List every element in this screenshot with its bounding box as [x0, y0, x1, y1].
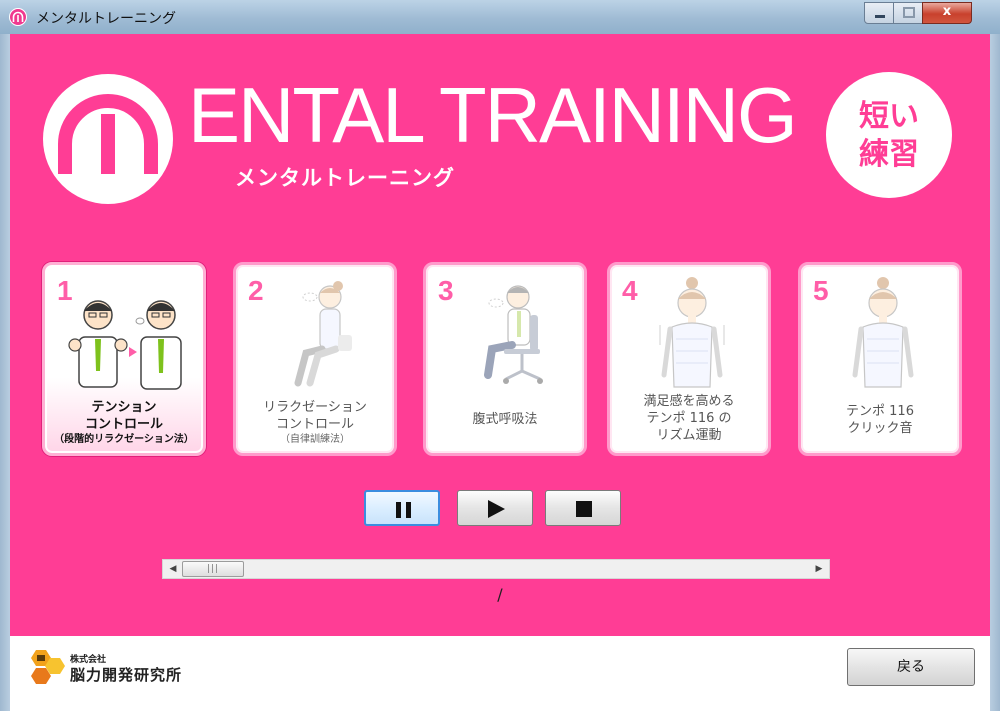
window-title: メンタルトレーニング: [36, 11, 176, 27]
card-label: 満足感を高める テンポ 116 の リズム運動: [643, 394, 735, 443]
pause-icon: [396, 502, 411, 518]
maximize-icon: [903, 7, 915, 18]
scroll-left-arrow-icon[interactable]: ◀: [165, 560, 181, 578]
play-icon: [488, 500, 505, 518]
close-icon: x: [942, 4, 952, 19]
pause-button[interactable]: [364, 490, 440, 526]
exercise-card-3[interactable]: 3 腹式呼吸法: [423, 262, 587, 456]
standing-woman-shoulders-icon: [659, 277, 725, 388]
exercise-card-2[interactable]: 2 リラクゼーション コントロール （自律訓練法）: [233, 262, 397, 456]
exercise-card-4[interactable]: 4 満足感を高める テンポ 116 の リズム運動: [607, 262, 771, 456]
maximize-button[interactable]: [893, 2, 923, 24]
back-button[interactable]: 戻る: [847, 648, 975, 686]
stop-button[interactable]: [545, 490, 621, 526]
card-label: テンション コントロール （段階的リラクゼーション法）: [54, 400, 194, 445]
card-label: テンポ 116 クリック音: [846, 404, 914, 436]
logo-title: ENTAL TRAINING: [188, 71, 798, 159]
client-area: ENTAL TRAINING メンタルトレーニング 短い 練習 1 テンション …: [10, 34, 990, 704]
stop-icon: [576, 501, 592, 517]
badge-line-2: 練習: [859, 137, 919, 172]
standing-woman-click-icon: [852, 277, 914, 388]
logo-m-circle: [43, 74, 173, 204]
scroll-right-arrow-icon[interactable]: ▶: [811, 560, 827, 578]
seated-man-chair-icon: [484, 285, 543, 384]
close-button[interactable]: x: [922, 2, 972, 24]
window-frame-right: [990, 34, 1000, 711]
exercise-card-5[interactable]: 5 テンポ 116 クリック音: [798, 262, 962, 456]
minimize-icon: [875, 15, 885, 18]
tense-relax-figures-icon: [68, 300, 182, 390]
badge-line-1: 短い: [859, 99, 919, 134]
card-label: リラクゼーション コントロール （自律訓練法）: [263, 400, 367, 445]
seated-woman-breathing-icon: [294, 281, 352, 387]
short-practice-badge: 短い 練習: [826, 72, 952, 198]
main-panel: ENTAL TRAINING メンタルトレーニング 短い 練習 1 テンション …: [10, 34, 990, 636]
company-hexagon-icon: [31, 650, 65, 684]
grip-icon: |||: [207, 564, 220, 574]
seek-thumb[interactable]: |||: [182, 561, 244, 577]
card-label: 腹式呼吸法: [472, 412, 538, 427]
play-button[interactable]: [457, 490, 533, 526]
time-display: /: [497, 585, 503, 604]
minimize-button[interactable]: [864, 2, 894, 24]
title-bar: メンタルトレーニング x: [0, 0, 1000, 35]
logo-m-icon: [58, 94, 158, 174]
logo-subtitle: メンタルトレーニング: [235, 166, 455, 190]
app-icon: [9, 8, 27, 26]
seek-scrollbar[interactable]: ◀ ||| ▶: [162, 559, 830, 579]
company-logo: 株式会社 脳力開発研究所: [26, 648, 186, 688]
exercise-card-1[interactable]: 1 テンション コントロール （段階的リラクゼーション法）: [42, 262, 206, 456]
company-name: 脳力開発研究所: [70, 666, 183, 684]
window-frame-left: [0, 34, 10, 711]
